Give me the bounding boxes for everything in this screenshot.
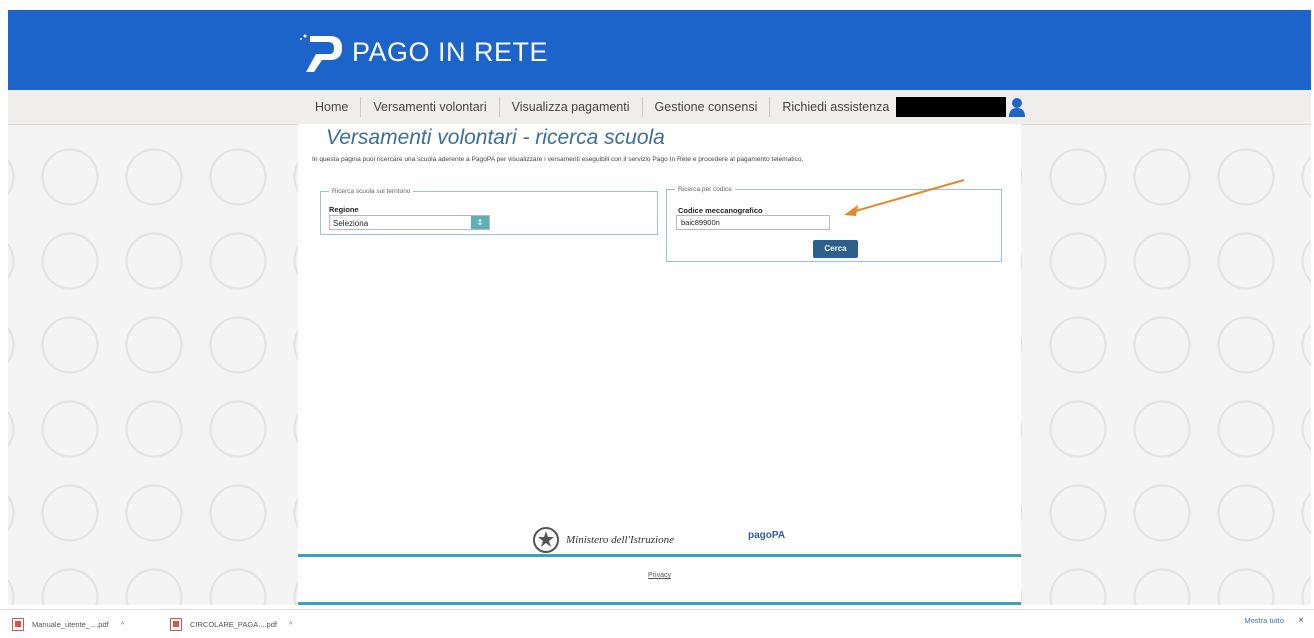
ministry-name: Ministero dell'Istruzione (566, 534, 674, 546)
region-search-fieldset: Ricerca scuola sul territorio Regione Se… (320, 188, 658, 235)
download-file-name: Manuale_utente_....pdf (32, 619, 109, 629)
user-area[interactable] (896, 96, 1026, 118)
show-all-button[interactable]: Mostra tutto (1244, 616, 1284, 625)
user-icon[interactable] (1008, 97, 1026, 117)
nav-item-versamenti-volontari[interactable]: Versamenti volontari (361, 97, 500, 117)
intro-text: In questa pagina puoi ricercare una scuo… (312, 156, 804, 163)
region-select[interactable]: Seleziona ⇕ (329, 215, 490, 230)
nav-bar: Home Versamenti volontari Visualizza pag… (8, 90, 1311, 125)
close-icon[interactable]: × (1298, 615, 1304, 626)
code-label: Codice meccanografico (678, 206, 763, 215)
top-header: PAGO IN RETE (8, 10, 1311, 90)
search-button[interactable]: Cerca (813, 240, 858, 258)
pagopa-logo: pagoPA (748, 530, 786, 541)
pdf-icon (170, 617, 182, 631)
arrow-annotation-icon (844, 179, 965, 216)
privacy-link[interactable]: Privacy (298, 572, 1021, 579)
redacted-user-name (896, 97, 1006, 117)
main-nav: Home Versamenti volontari Visualizza pag… (303, 90, 901, 124)
main-panel: Versamenti volontari - ricerca scuola In… (298, 124, 1021, 606)
footer-bottom-divider (298, 602, 1021, 605)
download-item[interactable]: Manuale_utente_....pdf ^ (12, 616, 124, 632)
download-file-name: CIRCOLARE_PAGA....pdf (190, 619, 277, 629)
nav-item-home[interactable]: Home (303, 97, 362, 117)
school-code-input[interactable]: baic89900n (676, 215, 830, 230)
chevron-up-icon[interactable]: ^ (289, 620, 293, 629)
region-search-legend: Ricerca scuola sul territorio (332, 188, 411, 195)
select-arrows-icon[interactable]: ⇕ (471, 216, 489, 229)
pago-in-rete-logo-icon (300, 30, 346, 74)
downloads-bar: Manuale_utente_....pdf ^ CIRCOLARE_PAGA.… (0, 609, 1314, 638)
italian-republic-emblem-icon (533, 527, 559, 553)
pdf-icon (12, 617, 24, 631)
footer-logos: Ministero dell'Istruzione pagoPA (532, 526, 832, 556)
chevron-up-icon[interactable]: ^ (121, 620, 125, 629)
nav-item-visualizza-pagamenti[interactable]: Visualizza pagamenti (500, 97, 643, 117)
download-item[interactable]: CIRCOLARE_PAGA....pdf ^ (170, 616, 293, 632)
footer-divider (298, 554, 1021, 557)
page-title: Versamenti volontari - ricerca scuola (326, 126, 665, 149)
region-select-value: Seleziona (333, 219, 369, 228)
nav-item-gestione-consensi[interactable]: Gestione consensi (643, 97, 771, 117)
region-label: Regione (329, 205, 359, 214)
brand-title: PAGO IN RETE (352, 36, 549, 67)
brand[interactable]: PAGO IN RETE (300, 30, 548, 74)
code-search-legend: Ricerca per codice (678, 186, 732, 193)
nav-item-richiedi-assistenza[interactable]: Richiedi assistenza (770, 97, 901, 117)
